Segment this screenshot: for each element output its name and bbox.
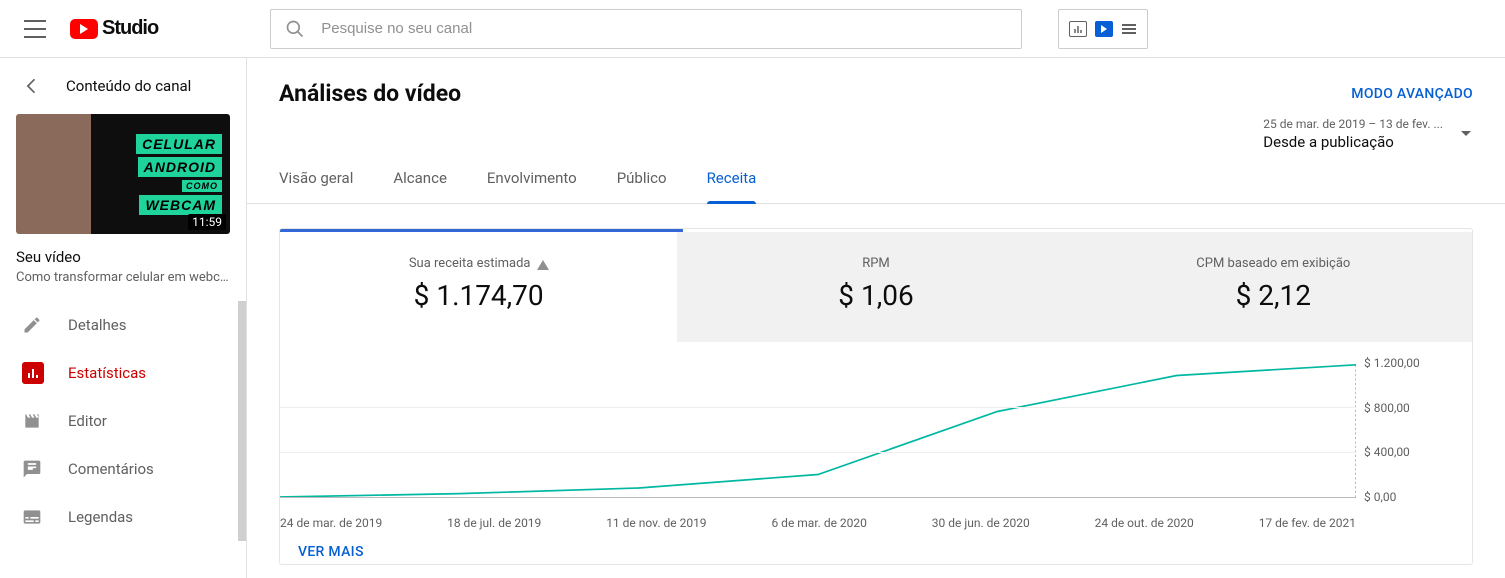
tab-revenue[interactable]: Receita [707, 153, 757, 203]
date-since-text: Desde a publicação [1263, 133, 1443, 151]
y-tick: $ 1.200,00 [1364, 356, 1472, 370]
thumb-text-2: ANDROID [138, 157, 222, 177]
chevron-down-icon [1461, 131, 1471, 136]
kpi-label: Sua receita estimada [409, 256, 531, 271]
tab-engagement[interactable]: Envolvimento [487, 153, 577, 203]
tab-overview[interactable]: Visão geral [279, 153, 353, 203]
sidebar: Conteúdo do canal CELULAR ANDROID COMO W… [0, 58, 246, 578]
x-tick: 11 de nov. de 2019 [606, 516, 706, 530]
sidebar-item-label: Estatísticas [68, 364, 146, 382]
subtitles-icon [22, 506, 44, 528]
main-content: Análises do vídeo MODO AVANÇADO 25 de ma… [246, 58, 1505, 578]
page-title: Análises do vídeo [279, 80, 461, 107]
tab-label: Visão geral [279, 169, 353, 187]
kpi-estimated-revenue[interactable]: Sua receita estimada $ 1.174,70 [280, 232, 677, 342]
x-tick: 24 de out. de 2020 [1095, 516, 1194, 530]
analytics-shortcut-icon [1069, 21, 1087, 37]
thumbnail-duration: 11:59 [188, 214, 226, 230]
kpi-label: RPM [862, 256, 890, 271]
comment-icon [22, 458, 44, 480]
tab-reach[interactable]: Alcance [393, 153, 447, 203]
kpi-card: Sua receita estimada $ 1.174,70 RPM $ 1,… [279, 228, 1473, 565]
kpi-label: CPM baseado em exibição [1196, 256, 1350, 271]
clapper-icon [22, 410, 44, 432]
hamburger-icon [24, 20, 46, 38]
advanced-mode-link[interactable]: MODO AVANÇADO [1351, 86, 1473, 102]
chart-y-axis: $ 1.200,00 $ 800,00 $ 400,00 $ 0,00 [1364, 356, 1472, 504]
date-range-text: 25 de mar. de 2019 – 13 de fev. ... [1263, 117, 1443, 131]
analytics-tabs: Visão geral Alcance Envolvimento Público… [247, 153, 1505, 204]
warning-icon [537, 260, 549, 270]
tab-label: Envolvimento [487, 169, 577, 187]
thumb-text-1: CELULAR [136, 134, 222, 154]
top-bar: Studio [0, 0, 1505, 58]
video-thumbnail[interactable]: CELULAR ANDROID COMO WEBCAM 11:59 [16, 114, 230, 234]
tab-label: Alcance [393, 169, 447, 187]
kpi-value: $ 2,12 [1085, 279, 1462, 312]
play-shortcut-icon [1095, 21, 1113, 37]
list-shortcut-icon [1121, 21, 1137, 37]
sidebar-item-comments[interactable]: Comentários [0, 445, 246, 493]
chart-x-axis: 24 de mar. de 2019 18 de jul. de 2019 11… [280, 516, 1356, 530]
x-tick: 24 de mar. de 2019 [280, 516, 382, 530]
search-icon [285, 19, 305, 39]
back-arrow-icon [22, 76, 42, 96]
thumb-text-3: COMO [182, 180, 222, 192]
search-box[interactable] [270, 9, 1022, 49]
studio-wordmark: Studio [102, 17, 158, 40]
y-tick: $ 800,00 [1364, 401, 1472, 415]
sidebar-item-editor[interactable]: Editor [0, 397, 246, 445]
video-title: Como transformar celular em webc... [16, 270, 230, 285]
revenue-chart: $ 1.200,00 $ 800,00 $ 400,00 $ 0,00 24 d… [280, 362, 1472, 530]
pencil-icon [22, 314, 44, 336]
kpi-value: $ 1,06 [687, 279, 1064, 312]
kpi-value: $ 1.174,70 [290, 279, 667, 312]
sidebar-item-label: Comentários [68, 460, 154, 478]
account-quick-actions[interactable] [1058, 9, 1148, 49]
thumb-text-4: WEBCAM [139, 195, 222, 215]
line-chart-svg [280, 362, 1356, 497]
sidebar-item-label: Legendas [68, 508, 133, 526]
sidebar-item-label: Editor [68, 412, 107, 430]
sidebar-item-subtitles[interactable]: Legendas [0, 493, 246, 541]
analytics-icon [22, 362, 44, 384]
tab-audience[interactable]: Público [617, 153, 667, 203]
date-range-selector[interactable]: 25 de mar. de 2019 – 13 de fev. ... Desd… [1263, 117, 1473, 151]
kpi-rpm[interactable]: RPM $ 1,06 [677, 232, 1074, 342]
x-tick: 18 de jul. de 2019 [447, 516, 541, 530]
y-tick: $ 400,00 [1364, 445, 1472, 459]
video-heading: Seu vídeo [16, 248, 230, 266]
kpi-cpm[interactable]: CPM baseado em exibição $ 2,12 [1075, 232, 1472, 342]
back-to-channel-content[interactable]: Conteúdo do canal [0, 58, 246, 114]
y-tick: $ 0,00 [1364, 490, 1472, 504]
x-tick: 30 de jun. de 2020 [932, 516, 1030, 530]
tab-label: Público [617, 169, 667, 187]
back-label: Conteúdo do canal [66, 77, 191, 95]
see-more-link[interactable]: VER MAIS [280, 530, 1472, 564]
search-input[interactable] [321, 20, 1007, 37]
sidebar-item-analytics[interactable]: Estatísticas [0, 349, 246, 397]
sidebar-item-label: Detalhes [68, 316, 126, 334]
sidebar-item-details[interactable]: Detalhes [0, 301, 246, 349]
x-tick: 17 de fev. de 2021 [1259, 516, 1356, 530]
hamburger-menu-button[interactable] [16, 12, 54, 46]
tab-label: Receita [707, 169, 757, 187]
studio-logo[interactable]: Studio [70, 17, 158, 40]
x-tick: 6 de mar. de 2020 [771, 516, 866, 530]
youtube-play-icon [70, 19, 98, 39]
